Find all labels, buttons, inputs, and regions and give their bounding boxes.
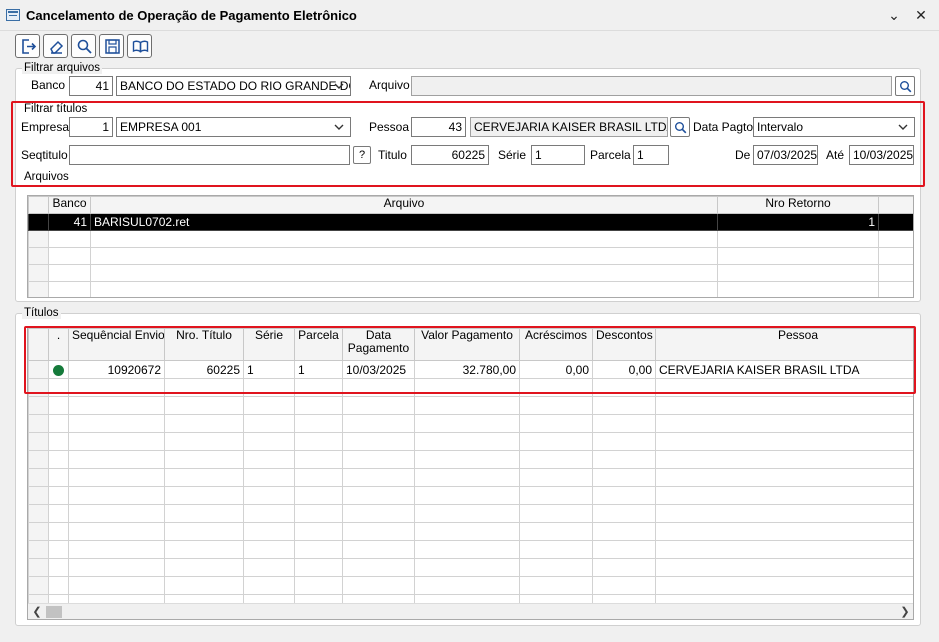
ate-label: Até — [826, 148, 845, 162]
pessoa-code-field[interactable]: 43 — [411, 117, 466, 137]
serie-label: Série — [498, 148, 527, 162]
titles-filter-highlight — [11, 101, 925, 187]
seqtitulo-field[interactable] — [69, 145, 350, 165]
minimize-icon[interactable]: ⌄ — [883, 5, 905, 25]
arquivo-label: Arquivo — [369, 78, 410, 92]
banco-code-field[interactable]: 41 — [69, 76, 113, 96]
window-icon — [6, 9, 20, 21]
seqtitulo-help-button[interactable]: ? — [353, 146, 371, 164]
data-pagto-label: Data Pagto. — [693, 120, 757, 134]
arquivo-field[interactable] — [411, 76, 892, 96]
titulos-label: Títulos — [22, 307, 61, 319]
indicator-header — [28, 196, 49, 214]
close-icon[interactable]: ✕ — [910, 5, 932, 25]
eraser-icon — [50, 40, 64, 54]
arquivo-search-button[interactable] — [895, 76, 915, 96]
banco-label: Banco — [31, 78, 66, 92]
de-label: De — [735, 148, 751, 162]
empresa-code-field[interactable]: 1 — [69, 117, 113, 137]
save-icon — [105, 39, 120, 54]
cell-filler — [878, 213, 913, 231]
col-nro-retorno[interactable]: Nro Retorno — [717, 196, 879, 214]
search-icon — [675, 122, 687, 134]
arquivos-label: Arquivos — [22, 171, 71, 183]
empty-row — [28, 468, 913, 487]
manual-button[interactable] — [127, 34, 152, 58]
data-pagto-select[interactable]: Intervalo — [753, 117, 915, 137]
pessoa-label: Pessoa — [369, 120, 410, 134]
scroll-left-icon[interactable]: ❮ — [30, 605, 44, 619]
cell-arquivo: BARISUL0702.ret — [90, 213, 718, 231]
empty-row — [28, 432, 913, 451]
filtrar-titulos-label: Filtrar títulos — [22, 103, 90, 115]
empty-row — [28, 504, 913, 523]
empresa-select-value: EMPRESA 001 — [120, 120, 202, 134]
book-icon — [132, 40, 149, 53]
parcela-label: Parcela — [590, 148, 631, 162]
data-de-field[interactable]: 07/03/2025 — [753, 145, 818, 165]
empty-row — [28, 396, 913, 415]
empty-row — [28, 281, 913, 297]
search-icon — [77, 39, 92, 54]
empty-row — [28, 540, 913, 559]
clear-button[interactable] — [43, 34, 68, 58]
seqtitulo-label: Seqtitulo — [21, 148, 68, 162]
col-banco[interactable]: Banco — [48, 196, 91, 214]
empty-row — [28, 247, 913, 265]
chevron-down-icon — [334, 124, 344, 130]
exit-icon — [22, 39, 37, 54]
titulos-row-highlight — [24, 326, 916, 394]
window-title: Cancelamento de Operação de Pagamento El… — [26, 8, 357, 23]
titulo-label: Titulo — [378, 148, 407, 162]
empty-row — [28, 522, 913, 541]
empty-row — [28, 450, 913, 469]
serie-field[interactable]: 1 — [531, 145, 585, 165]
banco-select-value: BANCO DO ESTADO DO RIO GRANDE DO — [120, 79, 351, 93]
row-indicator — [28, 213, 49, 231]
empty-rows — [28, 378, 913, 613]
pessoa-search-button[interactable] — [670, 117, 690, 137]
filtrar-arquivos-label: Filtrar arquivos — [22, 62, 103, 74]
empty-row — [28, 576, 913, 595]
empresa-select[interactable]: EMPRESA 001 — [116, 117, 351, 137]
parcela-field[interactable]: 1 — [633, 145, 669, 165]
data-ate-field[interactable]: 10/03/2025 — [849, 145, 914, 165]
scroll-right-icon[interactable]: ❯ — [898, 605, 912, 619]
exit-button[interactable] — [15, 34, 40, 58]
col-filler — [878, 196, 913, 214]
chevron-down-icon — [898, 124, 908, 130]
col-arquivo[interactable]: Arquivo — [90, 196, 718, 214]
banco-select[interactable]: BANCO DO ESTADO DO RIO GRANDE DO — [116, 76, 351, 96]
empresa-label: Empresa — [21, 120, 70, 134]
save-button[interactable] — [99, 34, 124, 58]
chevron-down-icon — [334, 83, 344, 89]
cell-nro-retorno: 1 — [717, 213, 879, 231]
cell-banco: 41 — [48, 213, 91, 231]
arquivos-grid: Banco Arquivo Nro Retorno 41 BARISUL0702… — [27, 195, 914, 298]
scroll-thumb[interactable] — [46, 606, 62, 618]
search-button[interactable] — [71, 34, 96, 58]
horizontal-scrollbar[interactable]: ❮ ❯ — [28, 603, 913, 619]
pessoa-name-field: CERVEJARIA KAISER BRASIL LTDA — [470, 117, 668, 137]
data-pagto-value: Intervalo — [757, 120, 804, 134]
title-bar: Cancelamento de Operação de Pagamento El… — [0, 0, 939, 31]
empty-row — [28, 230, 913, 248]
empty-row — [28, 486, 913, 505]
empty-row — [28, 558, 913, 577]
table-row[interactable]: 41 BARISUL0702.ret 1 — [28, 213, 913, 231]
empty-row — [28, 414, 913, 433]
titulo-field[interactable]: 60225 — [411, 145, 489, 165]
empty-row — [28, 264, 913, 282]
search-icon — [900, 81, 912, 93]
